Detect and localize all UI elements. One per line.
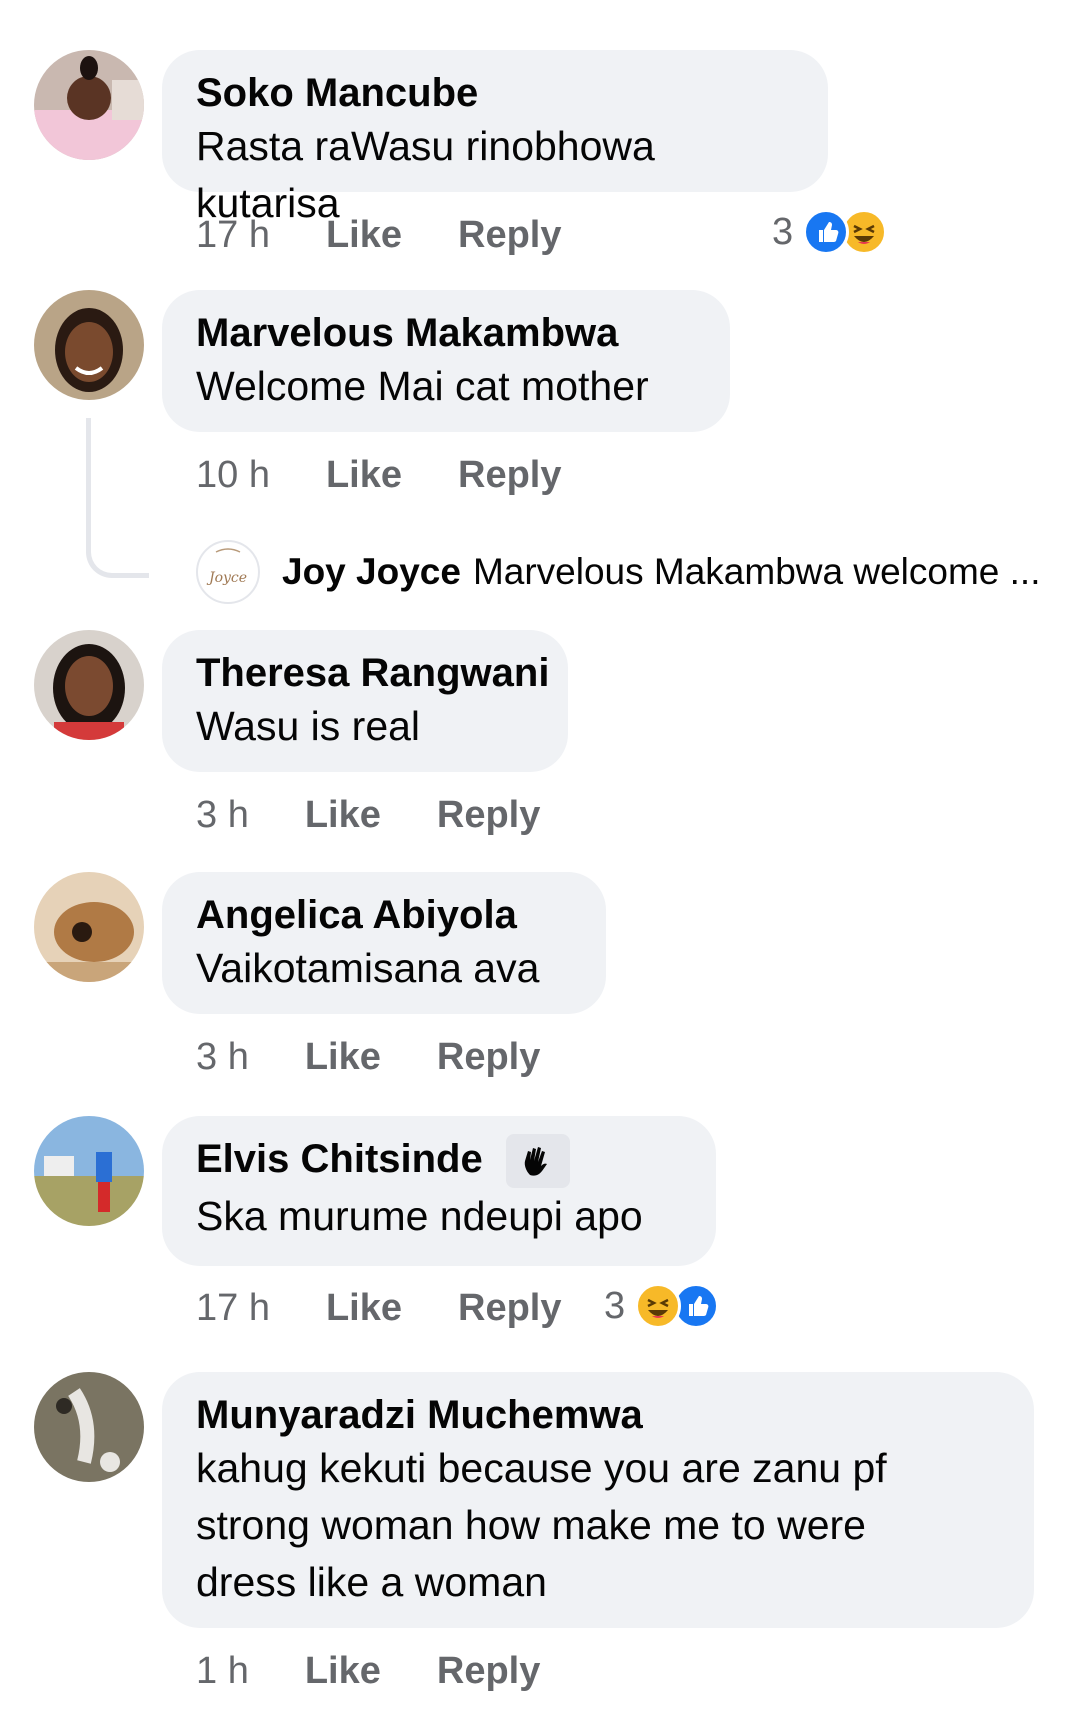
reply-button[interactable]: Reply	[437, 1036, 540, 1079]
reply-avatar[interactable]: Joyce	[196, 540, 260, 604]
comment-author-row: Elvis Chitsinde	[196, 1134, 682, 1189]
comment-bubble: Marvelous Makambwa Welcome Mai cat mothe…	[162, 290, 730, 432]
comment-author[interactable]: Theresa Rangwani	[196, 648, 549, 698]
comment-actions: 10 h Like Reply	[196, 450, 618, 500]
comment-author[interactable]: Angelica Abiyola	[196, 890, 572, 940]
avatar[interactable]	[34, 1372, 144, 1482]
comment-author[interactable]: Marvelous Makambwa	[196, 308, 696, 358]
comment-bubble: Angelica Abiyola Vaikotamisana ava	[162, 872, 606, 1014]
reaction-count: 3	[772, 210, 794, 253]
like-button[interactable]: Like	[305, 794, 381, 837]
like-button[interactable]: Like	[305, 1650, 381, 1693]
reply-preview[interactable]: Joyce Joy Joyce Marvelous Makambwa welco…	[196, 540, 1040, 604]
reply-button[interactable]: Reply	[458, 454, 561, 497]
comment-bubble: Elvis Chitsinde Ska murume ndeupi apo	[162, 1116, 716, 1266]
comment-actions: 3 h Like Reply	[196, 790, 596, 840]
comment-actions: 1 h Like Reply	[196, 1646, 596, 1696]
like-button[interactable]: Like	[305, 1036, 381, 1079]
like-button[interactable]: Like	[326, 454, 402, 497]
comment-actions: 3 h Like Reply	[196, 1032, 596, 1082]
comment-bubble: Theresa Rangwani Wasu is real	[162, 630, 568, 772]
like-reaction-icon	[803, 209, 850, 255]
comment-text-line: strong woman how make me to were	[196, 1502, 866, 1548]
avatar[interactable]	[34, 872, 144, 982]
comment-actions: 17 h Like Reply	[196, 1283, 618, 1333]
avatar[interactable]	[34, 1116, 144, 1226]
reaction-summary[interactable]: 3	[604, 1282, 720, 1330]
comment-text: Vaikotamisana ava	[196, 945, 540, 991]
avatar[interactable]	[34, 50, 144, 160]
comment-text: Ska murume ndeupi apo	[196, 1193, 643, 1240]
reply-button[interactable]: Reply	[458, 214, 561, 257]
comment-actions: 17 h Like Reply	[196, 210, 618, 260]
comment-text-line: kahug kekuti because you are zanu pf	[196, 1445, 887, 1491]
reply-button[interactable]: Reply	[437, 1650, 540, 1693]
reply-author[interactable]: Joy Joyce	[282, 551, 461, 593]
avatar[interactable]	[34, 630, 144, 740]
comment-author[interactable]: Elvis Chitsinde	[196, 1137, 483, 1181]
comment-text: Wasu is real	[196, 703, 421, 749]
reply-button[interactable]: Reply	[458, 1287, 561, 1330]
comment-author[interactable]: Munyaradzi Muchemwa	[196, 1390, 1000, 1440]
comment-time[interactable]: 3 h	[196, 794, 249, 837]
like-button[interactable]: Like	[326, 1287, 402, 1330]
reaction-count: 3	[604, 1284, 626, 1327]
avatar[interactable]	[34, 290, 144, 400]
comment-bubble: Munyaradzi Muchemwa kahug kekuti because…	[162, 1372, 1034, 1628]
reply-button[interactable]: Reply	[437, 794, 540, 837]
like-button[interactable]: Like	[326, 214, 402, 257]
comment-time[interactable]: 17 h	[196, 214, 270, 257]
comment-bubble: Soko Mancube Rasta raWasu rinobhowa kuta…	[162, 50, 828, 226]
thread-line	[86, 418, 149, 578]
reply-avatar-text: Joyce	[206, 570, 247, 586]
reaction-summary[interactable]: 3	[772, 208, 888, 256]
comment-text-line: dress like a woman	[196, 1559, 547, 1605]
comment-author[interactable]: Soko Mancube	[196, 68, 794, 118]
comment-time[interactable]: 3 h	[196, 1036, 249, 1079]
waving-hand-icon	[505, 1134, 570, 1189]
comment-time[interactable]: 17 h	[196, 1287, 270, 1330]
comment-time[interactable]: 10 h	[196, 454, 270, 497]
comment-text: Welcome Mai cat mother	[196, 363, 649, 409]
reply-text: Marvelous Makambwa welcome ...	[472, 551, 1041, 592]
comment-time[interactable]: 1 h	[196, 1650, 249, 1693]
haha-reaction-icon	[635, 1283, 682, 1329]
